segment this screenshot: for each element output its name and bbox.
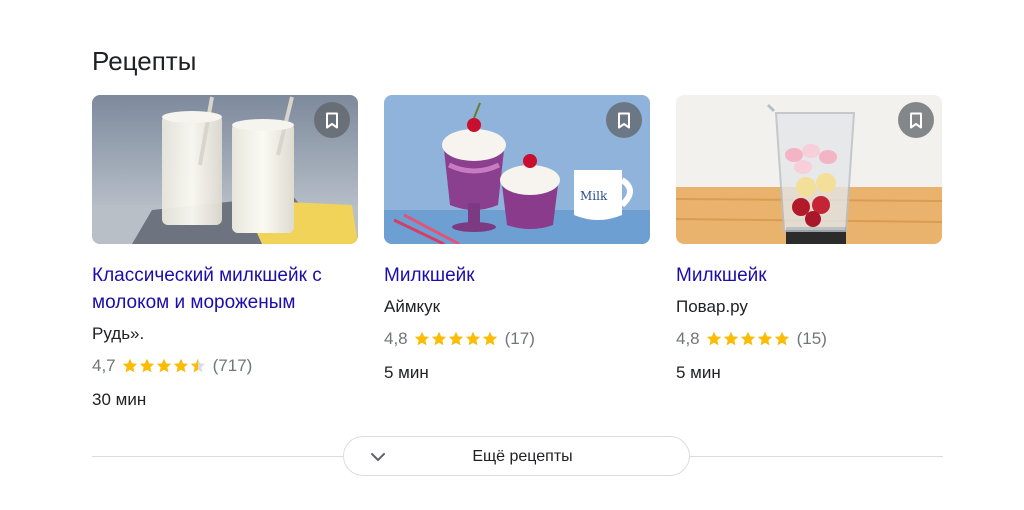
recipe-image[interactable]: Milk: [384, 95, 650, 244]
star-rating: [122, 358, 207, 374]
bookmark-icon: [618, 112, 630, 128]
recipe-card[interactable]: Milk Милкшейк Аймкук 4,8 (17) 5 мин: [384, 95, 650, 385]
save-recipe-button[interactable]: [898, 102, 934, 138]
rating-value: 4,8: [384, 329, 408, 348]
star-icon: [431, 331, 446, 346]
rating-value: 4,8: [676, 329, 700, 348]
recipe-title-link[interactable]: Милкшейк: [676, 262, 942, 289]
star-icon: [190, 358, 205, 373]
recipe-title-line[interactable]: молоком и мороженым: [92, 289, 358, 316]
rating-row: 4,8 (17): [384, 327, 650, 351]
star-icon: [173, 358, 188, 373]
star-rating: [414, 331, 499, 347]
recipe-image[interactable]: [92, 95, 358, 244]
star-icon: [740, 331, 755, 346]
review-count: (17): [504, 329, 535, 348]
recipe-card[interactable]: Классический милкшейк с молоком и мороже…: [92, 95, 358, 412]
save-recipe-button[interactable]: [314, 102, 350, 138]
recipe-source: Повар.ру: [676, 297, 748, 316]
recipe-card[interactable]: Милкшейк Повар.ру 4,8 (15) 5 мин: [676, 95, 942, 385]
star-icon: [482, 331, 497, 346]
recipe-source: Аймкук: [384, 297, 441, 316]
star-icon: [757, 331, 772, 346]
star-icon: [723, 331, 738, 346]
divider: [92, 456, 344, 457]
recipe-image[interactable]: [676, 95, 942, 244]
star-icon: [448, 331, 463, 346]
star-icon: [774, 331, 789, 346]
recipe-title-line[interactable]: Классический милкшейк с: [92, 262, 358, 289]
review-count: (717): [212, 356, 253, 375]
star-icon: [465, 331, 480, 346]
star-rating: [706, 331, 791, 347]
star-icon: [139, 358, 154, 373]
recipe-title-line[interactable]: Милкшейк: [384, 262, 650, 289]
bookmark-icon: [326, 112, 338, 128]
star-icon: [414, 331, 429, 346]
rating-row: 4,7 (717): [92, 354, 358, 378]
recipe-title-link[interactable]: Классический милкшейк с молоком и мороже…: [92, 262, 358, 316]
review-count: (15): [796, 329, 827, 348]
rating-row: 4,8 (15): [676, 327, 942, 351]
recipe-source: Рудь».: [92, 324, 145, 343]
cook-time: 30 мин: [92, 390, 147, 409]
bookmark-icon: [910, 112, 922, 128]
save-recipe-button[interactable]: [606, 102, 642, 138]
recipe-title-link[interactable]: Милкшейк: [384, 262, 650, 289]
star-icon: [156, 358, 171, 373]
cook-time: 5 мин: [384, 363, 429, 382]
star-icon: [706, 331, 721, 346]
cook-time: 5 мин: [676, 363, 721, 382]
more-recipes-button[interactable]: Ещё рецепты: [343, 436, 690, 476]
rating-value: 4,7: [92, 356, 116, 375]
more-recipes-label: Ещё рецепты: [472, 448, 573, 465]
divider: [690, 456, 943, 457]
section-title: Рецепты: [92, 46, 197, 76]
star-icon: [122, 358, 137, 373]
recipe-title-line[interactable]: Милкшейк: [676, 262, 942, 289]
mug-lettering: Milk: [580, 189, 608, 203]
